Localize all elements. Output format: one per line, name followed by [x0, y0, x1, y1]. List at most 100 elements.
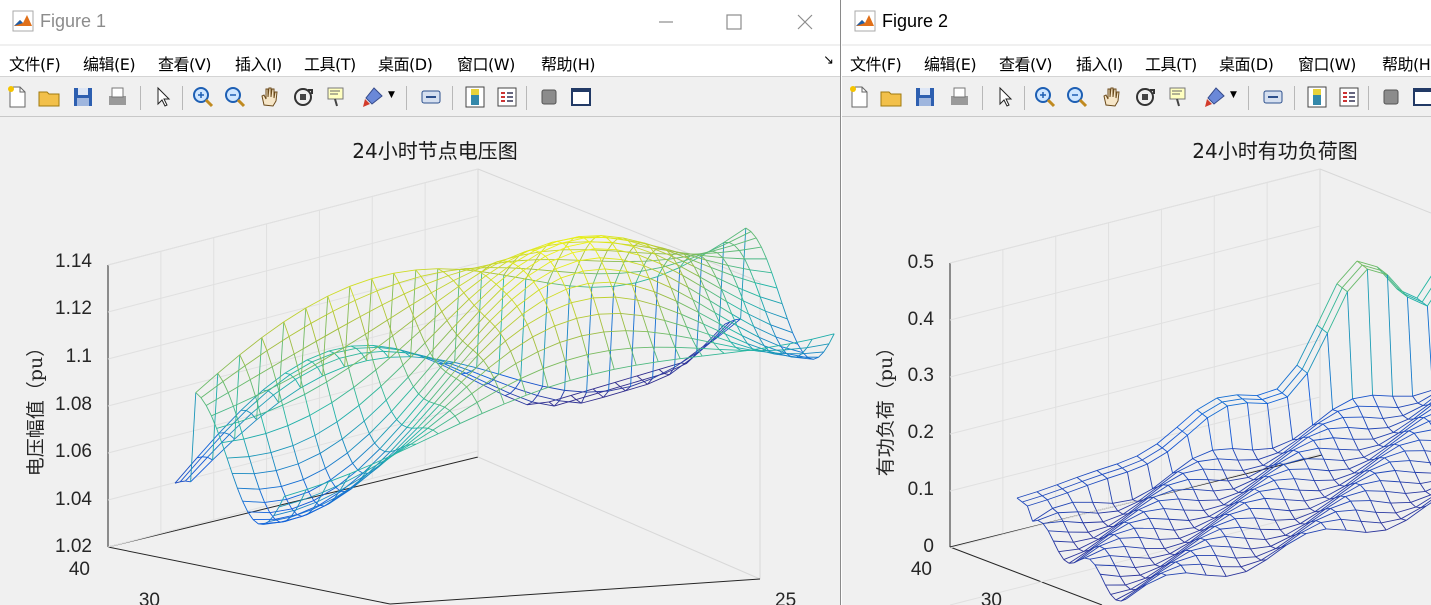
figure-window-2[interactable]: Figure 2 文件(F) 编辑(E) 查看(V) 插入(I) 工具(T) 桌…: [842, 0, 1431, 605]
print-icon[interactable]: [946, 84, 972, 110]
title-bar[interactable]: Figure 2: [842, 0, 1431, 44]
mesh-line: [530, 268, 554, 272]
link-plot-icon[interactable]: [1260, 84, 1286, 110]
brush-icon[interactable]: [1202, 84, 1228, 110]
mesh-line: [407, 376, 414, 388]
rotate-3d-icon[interactable]: [290, 84, 316, 110]
print-icon[interactable]: [104, 84, 130, 110]
zoom-in-icon[interactable]: [1032, 84, 1058, 110]
title-bar[interactable]: Figure 1: [0, 0, 840, 44]
mesh-line: [1265, 534, 1286, 540]
menu-window[interactable]: 窗口(W): [1298, 51, 1356, 75]
zoom-in-icon[interactable]: [190, 84, 216, 110]
colorbar-icon[interactable]: [462, 84, 488, 110]
mesh-line: [358, 405, 365, 422]
mesh-line: [670, 287, 694, 301]
rotate-3d-icon[interactable]: [1132, 84, 1158, 110]
mesh-line: [1283, 463, 1290, 470]
matlab-logo-icon: [854, 10, 876, 32]
menu-edit[interactable]: 编辑(E): [83, 51, 136, 75]
save-icon[interactable]: [912, 84, 938, 110]
minimize-button[interactable]: [650, 6, 682, 38]
mesh-line: [327, 295, 334, 312]
mesh-line: [1134, 564, 1156, 569]
mesh-line: [1232, 448, 1239, 461]
open-file-icon[interactable]: [878, 84, 904, 110]
mesh-line: [226, 456, 250, 459]
menu-desktop[interactable]: 桌面(D): [1219, 51, 1274, 75]
menu-tools[interactable]: 工具(T): [1145, 51, 1197, 75]
mesh-line: [1143, 511, 1150, 519]
colorbar-icon[interactable]: [1304, 84, 1330, 110]
zoom-out-icon[interactable]: [1064, 84, 1090, 110]
pan-icon[interactable]: [1098, 84, 1124, 110]
mesh-line: [248, 452, 272, 458]
figure-canvas[interactable]: 1.14 1.12 1.1 1.08 1.06 1.04 1.02 40 30 …: [0, 117, 840, 605]
menu-insert[interactable]: 插入(I): [1076, 51, 1123, 75]
menu-tools[interactable]: 工具(T): [304, 51, 356, 75]
mesh-line: [1149, 553, 1170, 559]
data-cursor-icon[interactable]: [324, 84, 350, 110]
surface-plot[interactable]: 1.14 1.12 1.1 1.08 1.06 1.04 1.02 40 30 …: [0, 117, 840, 605]
legend-icon[interactable]: [1336, 84, 1362, 110]
menu-file[interactable]: 文件(F): [850, 51, 902, 75]
maximize-button[interactable]: [718, 6, 750, 38]
data-cursor-icon[interactable]: [1166, 84, 1192, 110]
mesh-line: [538, 289, 545, 300]
hide-plot-tools-icon[interactable]: [536, 84, 562, 110]
pointer-icon[interactable]: [992, 84, 1018, 110]
surface-plot[interactable]: 0.5 0.4 0.3 0.2 0.1 0 40 30 24小时有功负荷图 有功…: [842, 117, 1431, 605]
mesh-line: [1278, 488, 1286, 500]
menu-desktop[interactable]: 桌面(D): [378, 51, 433, 75]
figure-window-1[interactable]: Figure 1 文件(F) 编辑(E) 查看(V) 插入(I) 工具(T) 桌…: [0, 0, 841, 605]
toolbar-separator: [1248, 86, 1249, 110]
mesh-line: [559, 342, 566, 361]
figure-canvas[interactable]: 0.5 0.4 0.3 0.2 0.1 0 40 30 24小时有功负荷图 有功…: [842, 117, 1431, 605]
menu-window[interactable]: 窗口(W): [457, 51, 515, 75]
open-file-icon[interactable]: [36, 84, 62, 110]
mesh-line: [1198, 500, 1205, 511]
mesh-line: [765, 310, 788, 320]
menu-file[interactable]: 文件(F): [9, 51, 61, 75]
hide-plot-tools-icon[interactable]: [1378, 84, 1404, 110]
mesh-line: [435, 335, 458, 362]
show-plot-tools-icon[interactable]: [1410, 84, 1431, 110]
legend-icon[interactable]: [494, 84, 520, 110]
show-plot-tools-icon[interactable]: [568, 84, 594, 110]
brush-dropdown-icon[interactable]: ▼: [1230, 90, 1237, 100]
mesh-line: [1387, 427, 1394, 433]
brush-dropdown-icon[interactable]: ▼: [388, 90, 395, 100]
pointer-icon[interactable]: [150, 84, 176, 110]
link-plot-icon[interactable]: [418, 84, 444, 110]
menu-help[interactable]: 帮助(H): [1382, 51, 1431, 75]
menu-insert[interactable]: 插入(I): [235, 51, 282, 75]
mesh-line: [1419, 483, 1426, 492]
undock-arrow-icon[interactable]: ↘: [823, 53, 834, 68]
menu-view[interactable]: 查看(V): [158, 51, 211, 75]
mesh-line: [1323, 458, 1344, 462]
close-button[interactable]: [789, 6, 821, 38]
save-icon[interactable]: [70, 84, 96, 110]
mesh-line: [1047, 499, 1053, 509]
mesh-line: [454, 415, 461, 424]
mesh-line: [1061, 488, 1068, 494]
mesh-line: [1293, 478, 1300, 491]
mesh-line: [270, 452, 277, 471]
new-figure-icon[interactable]: [4, 84, 30, 110]
mesh-line: [504, 393, 511, 397]
mesh-line: [1126, 471, 1134, 500]
menu-view[interactable]: 查看(V): [999, 51, 1052, 75]
mesh-line: [1148, 518, 1155, 529]
new-figure-icon[interactable]: [846, 84, 872, 110]
pan-icon[interactable]: [256, 84, 282, 110]
z-tick-label: 0.5: [908, 252, 934, 273]
mesh-line: [614, 364, 637, 370]
matlab-logo-icon: [12, 10, 34, 32]
mesh-line: [1149, 558, 1156, 566]
mesh-line: [721, 288, 744, 302]
mesh-line: [1415, 497, 1431, 508]
menu-edit[interactable]: 编辑(E): [924, 51, 977, 75]
zoom-out-icon[interactable]: [222, 84, 248, 110]
brush-icon[interactable]: [360, 84, 386, 110]
menu-help[interactable]: 帮助(H): [541, 51, 596, 75]
